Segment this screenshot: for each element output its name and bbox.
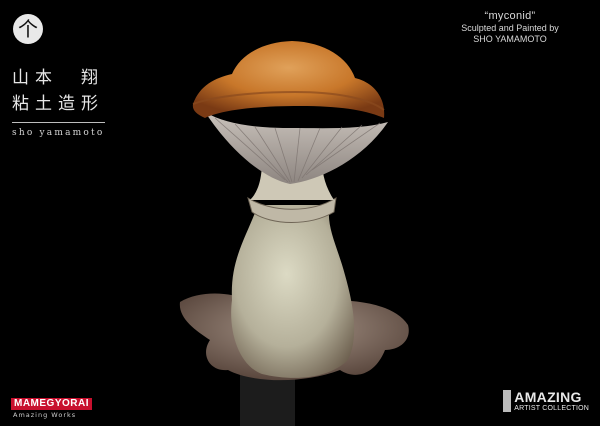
credit-line-1: Sculpted and Painted by: [461, 23, 559, 33]
credit-line-2: SHO YAMAMOTO: [473, 34, 547, 44]
figure-gills: [205, 112, 388, 184]
photo-stage: 个 山本 翔 粘土造形 sho yamamoto “myconid” Sculp…: [0, 0, 600, 426]
logo-glyph: 个: [18, 17, 38, 41]
artist-name-romaji: sho yamamoto: [12, 128, 105, 138]
artist-studio-kanji: 粘土造形: [12, 94, 104, 114]
artist-name-block: 山本 翔 粘土造形: [12, 65, 104, 117]
collection-main-label: AMAZING: [514, 389, 582, 405]
credits-block: “myconid” Sculpted and Painted by SHO YA…: [430, 10, 590, 45]
work-title: “myconid”: [484, 10, 536, 22]
brand-main-label: MAMEGYORAI: [11, 398, 92, 410]
brand-sub-label: Amazing Works: [13, 411, 77, 419]
myconid-figure-photo: [179, 41, 409, 426]
artist-logo-icon: 个: [13, 14, 43, 44]
amazing-artist-collection-logo: AMAZING ARTIST COLLECTION: [503, 390, 589, 413]
figure-stem-body: [231, 205, 355, 378]
artist-name-kanji: 山本 翔: [12, 68, 104, 88]
mamegyorai-brand: MAMEGYORAI Amazing Works: [11, 391, 92, 419]
collection-tag-icon: [503, 390, 512, 412]
collection-sub-label: ARTIST COLLECTION: [514, 405, 589, 412]
figure-cap: [192, 41, 385, 118]
name-divider: [12, 122, 105, 123]
